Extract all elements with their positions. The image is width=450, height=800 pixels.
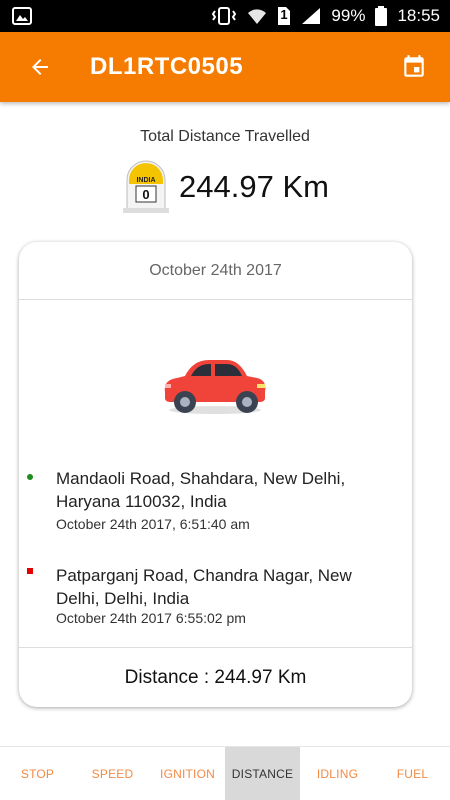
trip-card: October 24th 2017 Mandaoli Road, Shahdar… [19, 242, 412, 707]
back-button[interactable] [20, 47, 60, 87]
car-icon [164, 360, 266, 414]
milestone-icon: INDIA 0 [123, 160, 170, 213]
calendar-icon [404, 55, 424, 77]
sim-icon: 1 [277, 6, 291, 26]
tab-distance[interactable]: DISTANCE [225, 747, 300, 800]
status-bar: 1 99% 18:55 [0, 0, 450, 32]
start-address: Mandaoli Road, Shahdara, New Delhi, Hary… [56, 469, 346, 511]
signal-icon [301, 7, 321, 25]
calendar-button[interactable] [394, 47, 434, 87]
total-distance-row: INDIA 0 244.97 Km [0, 160, 450, 214]
arrow-back-icon [32, 59, 48, 75]
end-address: Patparganj Road, Chandra Nagar, New Delh… [56, 566, 352, 608]
trip-date: October 24th 2017 [19, 242, 412, 300]
trip-distance: Distance : 244.97 Km [19, 647, 412, 707]
vibrate-icon [211, 7, 237, 25]
start-dot-icon [27, 474, 33, 480]
battery-percent: 99% [331, 6, 366, 25]
end-time: October 24th 2017 6:55:02 pm [56, 610, 246, 626]
tab-fuel[interactable]: FUEL [375, 747, 450, 800]
vehicle-title: DL1RTC0505 [90, 53, 244, 80]
tab-stop[interactable]: STOP [0, 747, 75, 800]
total-distance-value: 244.97 Km [179, 169, 329, 204]
start-time: October 24th 2017, 6:51:40 am [56, 516, 250, 532]
sim-slot-number: 1 [280, 7, 288, 22]
app-bar: DL1RTC0505 [0, 32, 450, 102]
wifi-icon [247, 7, 267, 25]
bottom-tab-bar: STOP SPEED IGNITION DISTANCE IDLING FUEL [0, 746, 450, 800]
milestone-country: INDIA [137, 177, 156, 184]
total-distance-label: Total Distance Travelled [140, 128, 310, 145]
end-square-icon [27, 568, 33, 574]
milestone-number: 0 [142, 187, 149, 202]
tab-ignition[interactable]: IGNITION [150, 747, 225, 800]
clock: 18:55 [397, 6, 440, 25]
tab-speed[interactable]: SPEED [75, 747, 150, 800]
battery-icon [375, 6, 388, 26]
image-icon [12, 7, 32, 25]
tab-idling[interactable]: IDLING [300, 747, 375, 800]
